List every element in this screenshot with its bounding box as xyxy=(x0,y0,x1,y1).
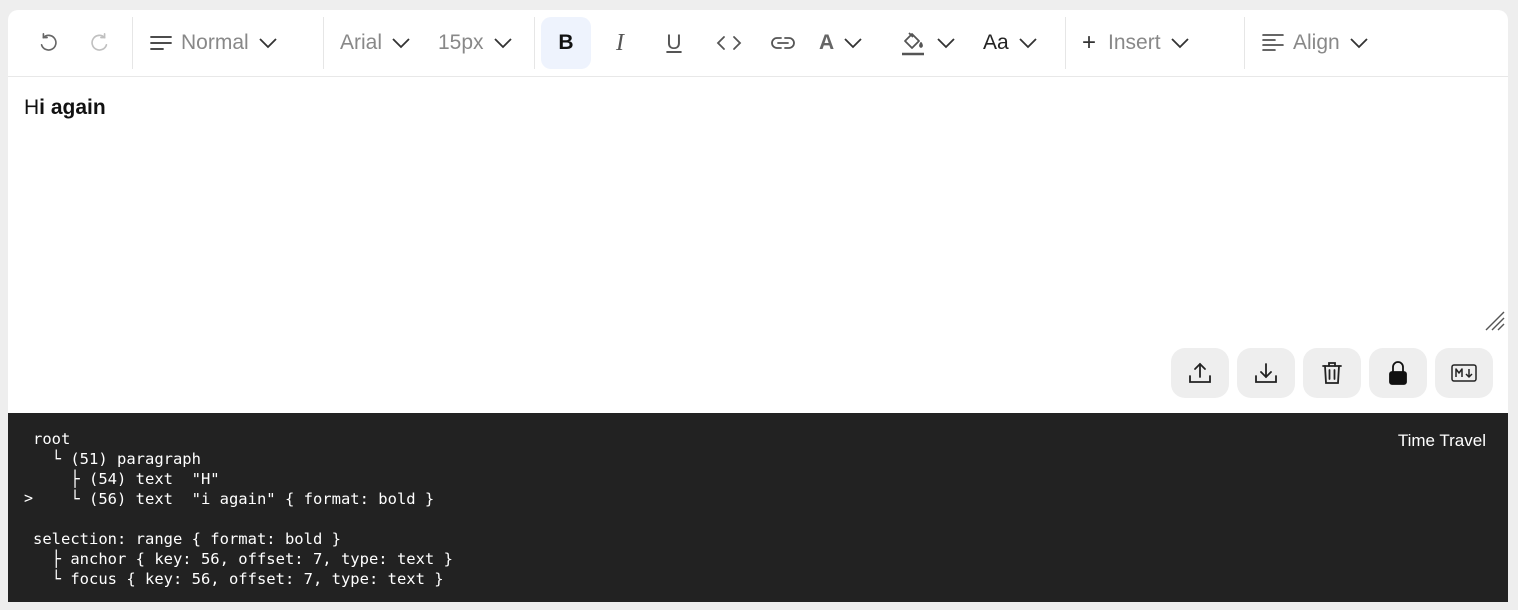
lock-icon xyxy=(1387,359,1409,387)
text-color-dropdown[interactable]: A xyxy=(811,31,891,55)
text-node-plain: H xyxy=(24,96,40,119)
text-case-dropdown[interactable]: Aa xyxy=(975,31,1059,55)
trash-icon xyxy=(1320,360,1344,386)
toolbar: Normal Arial 15px B I U A Aa + Insert Al… xyxy=(8,10,1508,77)
lock-button[interactable] xyxy=(1369,348,1427,398)
chevron-down-icon xyxy=(1348,36,1370,50)
code-button[interactable] xyxy=(703,17,755,69)
toolbar-divider xyxy=(323,17,324,69)
tree-selected-arrow: > xyxy=(24,489,34,507)
paint-bucket-icon xyxy=(899,29,927,57)
export-button[interactable] xyxy=(1237,348,1295,398)
toolbar-divider xyxy=(1065,17,1066,69)
insert-dropdown[interactable]: + Insert xyxy=(1072,29,1238,57)
undo-icon xyxy=(37,32,59,54)
font-size-label: 15px xyxy=(438,31,484,54)
text-node-bold: i again xyxy=(39,96,106,119)
editor-actions xyxy=(1171,348,1493,398)
text-case-label: Aa xyxy=(983,31,1009,54)
resize-handle-icon[interactable] xyxy=(1482,308,1506,332)
link-button[interactable] xyxy=(755,17,811,69)
underline-icon: U xyxy=(666,31,682,54)
font-size-dropdown[interactable]: 15px xyxy=(428,31,528,55)
redo-icon xyxy=(89,32,111,54)
chevron-down-icon xyxy=(257,36,279,50)
align-left-icon xyxy=(1261,32,1285,54)
download-icon xyxy=(1253,360,1279,386)
editor-container: Normal Arial 15px B I U A Aa + Insert Al… xyxy=(8,10,1508,602)
tree-view-output: root └ (51) paragraph ├ (54) text "H" └ … xyxy=(33,429,453,589)
editor-paragraph[interactable]: Hi again xyxy=(24,96,106,120)
tree-line: ├ (54) text "H" xyxy=(70,470,220,488)
tree-line: ├ anchor { key: 56, offset: 7, type: tex… xyxy=(51,550,453,568)
font-family-label: Arial xyxy=(340,31,383,54)
markdown-button[interactable] xyxy=(1435,348,1493,398)
bold-icon: B xyxy=(558,31,574,54)
text-color-icon: A xyxy=(819,31,835,54)
background-color-dropdown[interactable] xyxy=(891,29,975,57)
block-type-label: Normal xyxy=(181,31,249,54)
time-travel-button[interactable]: Time Travel xyxy=(1398,431,1486,451)
link-icon xyxy=(770,35,796,51)
chevron-down-icon xyxy=(390,36,412,50)
chevron-down-icon xyxy=(1169,36,1191,50)
italic-button[interactable]: I xyxy=(595,17,645,69)
tree-line: root xyxy=(33,430,71,448)
chevron-down-icon xyxy=(492,36,514,50)
import-button[interactable] xyxy=(1171,348,1229,398)
editor-content[interactable]: Hi again xyxy=(8,78,1508,345)
align-dropdown[interactable]: Align xyxy=(1251,31,1401,55)
code-icon xyxy=(716,34,742,52)
undo-button[interactable] xyxy=(22,17,74,69)
block-type-dropdown[interactable]: Normal xyxy=(139,31,317,55)
clear-button[interactable] xyxy=(1303,348,1361,398)
align-label: Align xyxy=(1293,31,1340,54)
italic-icon: I xyxy=(616,29,624,56)
bold-button[interactable]: B xyxy=(541,17,591,69)
redo-button[interactable] xyxy=(74,17,126,69)
markdown-icon xyxy=(1451,363,1477,383)
toolbar-divider xyxy=(132,17,133,69)
plus-icon: + xyxy=(1082,29,1097,56)
insert-label: Insert xyxy=(1108,31,1161,54)
tree-view: > root └ (51) paragraph ├ (54) text "H" … xyxy=(8,413,1508,602)
tree-line: └ (51) paragraph xyxy=(51,450,201,468)
paragraph-icon xyxy=(149,32,173,54)
font-family-dropdown[interactable]: Arial xyxy=(330,31,428,55)
toolbar-divider xyxy=(534,17,535,69)
toolbar-divider xyxy=(1244,17,1245,69)
upload-icon xyxy=(1187,360,1213,386)
tree-line: selection: range { format: bold } xyxy=(33,530,341,548)
tree-line: └ focus { key: 56, offset: 7, type: text… xyxy=(51,570,444,588)
chevron-down-icon xyxy=(1017,36,1039,50)
tree-line: └ (56) text "i again" { format: bold } xyxy=(70,490,435,508)
underline-button[interactable]: U xyxy=(645,17,703,69)
chevron-down-icon xyxy=(935,36,957,50)
chevron-down-icon xyxy=(842,36,864,50)
